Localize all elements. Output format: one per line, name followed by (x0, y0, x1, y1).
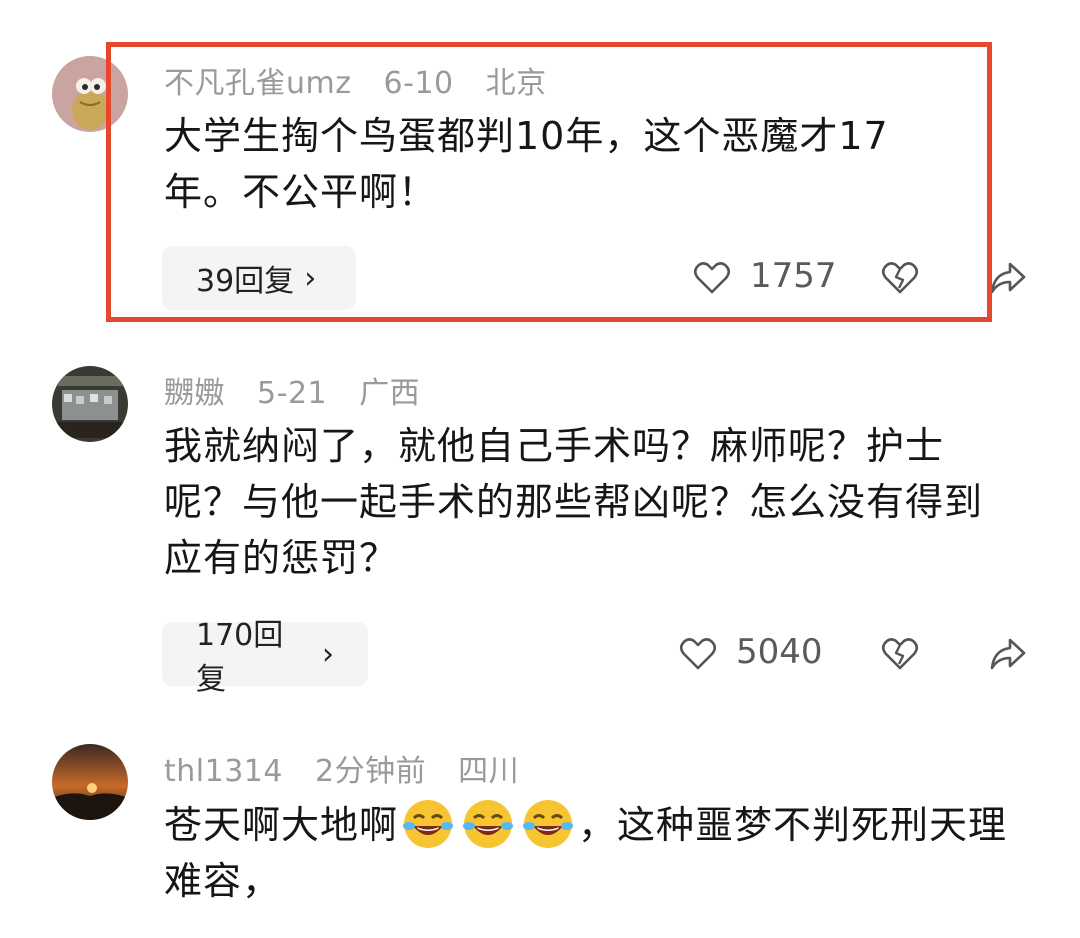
laughing-crying-emoji-icon (523, 800, 574, 848)
comment-actions: 5040 (0, 622, 1080, 686)
comment-date: 2分钟前 (315, 754, 427, 789)
laughing-crying-emoji-icon (403, 800, 454, 848)
avatar[interactable] (52, 366, 128, 442)
comment-text: 苍天啊大地啊 ，这种噩梦不判死刑天理难容， (164, 796, 1014, 909)
avatar-image (52, 744, 128, 820)
comment-text: 我就纳闷了，就他自己手术吗？麻师呢？护士呢？与他一起手术的那些帮凶呢？怎么没有得… (164, 424, 984, 580)
heart-icon[interactable] (678, 634, 718, 674)
comment-location: 广西 (359, 376, 421, 411)
comment-meta: thl1314 2分钟前 四川 (164, 746, 541, 790)
avatar[interactable] (52, 744, 128, 820)
avatar-image (52, 366, 128, 442)
username[interactable]: thl1314 (164, 754, 283, 789)
like-count: 5040 (736, 632, 823, 672)
comment-meta: 嬲嫐 5-21 广西 (164, 368, 442, 412)
comment-date: 5-21 (257, 376, 328, 411)
laughing-crying-emoji-icon (463, 800, 514, 848)
broken-heart-icon[interactable] (880, 634, 920, 674)
comment-text-before: 苍天啊大地啊 (164, 803, 399, 847)
username[interactable]: 嬲嫐 (164, 376, 225, 411)
share-icon[interactable] (988, 258, 1028, 298)
share-icon[interactable] (988, 634, 1028, 674)
highlight-box (106, 42, 992, 322)
comment-location: 四川 (458, 754, 520, 789)
